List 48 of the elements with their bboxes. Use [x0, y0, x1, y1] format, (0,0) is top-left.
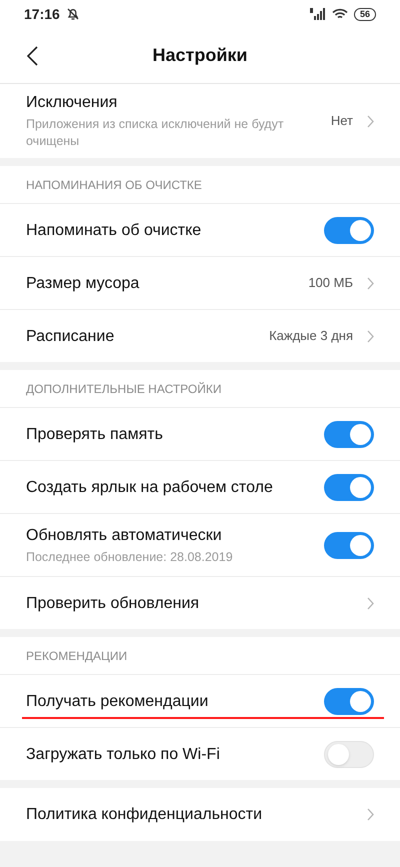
row-value: Нет [330, 112, 353, 130]
row-subtitle: Приложения из списка исключений не будут очищены [26, 116, 285, 150]
toggle-switch[interactable] [324, 474, 374, 500]
row-label: Размер мусора [26, 274, 140, 294]
row-label: Загружать только по Wi-Fi [26, 744, 221, 764]
toggle-switch[interactable] [324, 420, 374, 448]
row-value: Каждые 3 дня [269, 327, 353, 346]
chevron-icon [367, 114, 374, 128]
row-label: Проверить обновления [26, 594, 200, 614]
toggle-switch[interactable] [324, 532, 374, 558]
section-heading: РЕКОМЕНДАЦИИ [25, 648, 128, 664]
row-label: Напоминать об очистке [26, 220, 202, 240]
chevron-icon [367, 596, 374, 610]
row-label: Создать ярлык на рабочем столе [26, 478, 274, 498]
signal-icon [310, 8, 326, 20]
row-label: Получать рекомендации [26, 692, 210, 712]
wifi-icon [332, 8, 348, 20]
battery-level: 56 [354, 8, 376, 20]
settings-row[interactable]: Политика конфиденциальности [0, 788, 400, 841]
settings-row[interactable]: Получать рекомендации [0, 674, 400, 727]
section-heading: НАПОМИНАНИЯ ОБ ОЧИСТКЕ [25, 176, 203, 194]
row-label: Расписание [26, 326, 116, 346]
row-label: Обновлять автоматически [26, 526, 223, 546]
chevron-icon [367, 276, 374, 290]
settings-row[interactable]: Проверить обновления [0, 576, 400, 629]
toggle-switch[interactable] [324, 740, 374, 768]
chevron-icon [367, 808, 374, 821]
screen-title: Настройки [152, 44, 248, 67]
row-subtitle: Последнее обновление: 28.08.2019 [26, 548, 234, 566]
settings-row[interactable]: Загружать только по Wi-Fi [0, 727, 400, 780]
settings-row[interactable]: Расписание Каждые 3 дня [0, 309, 400, 362]
row-label: Исключения [26, 93, 118, 113]
chevron-icon [367, 330, 374, 342]
settings-row[interactable]: Проверять память [0, 407, 400, 460]
bell-off-icon [66, 7, 80, 21]
clock: 17:16 [24, 4, 60, 24]
toggle-switch[interactable] [324, 688, 374, 714]
settings-row[interactable]: Создать ярлык на рабочем столе [0, 460, 400, 513]
row-value: 100 МБ [308, 274, 353, 292]
row-label: Проверять память [26, 424, 164, 444]
settings-row[interactable]: Исключения Приложения из списка исключений не будут очищены Нет [0, 84, 400, 158]
settings-row[interactable]: Обновлять автоматически Последнее обновление: 28.08.2019 [0, 513, 400, 576]
section-heading: ДОПОЛНИТЕЛЬНЫЕ НАСТРОЙКИ [25, 380, 222, 398]
settings-row[interactable]: Размер мусора 100 МБ [0, 256, 400, 309]
back-icon[interactable] [26, 46, 38, 66]
settings-row[interactable]: Напоминать об очистке [0, 203, 400, 256]
toggle-switch[interactable] [324, 216, 374, 244]
row-label: Политика конфиденциальности [26, 805, 264, 825]
